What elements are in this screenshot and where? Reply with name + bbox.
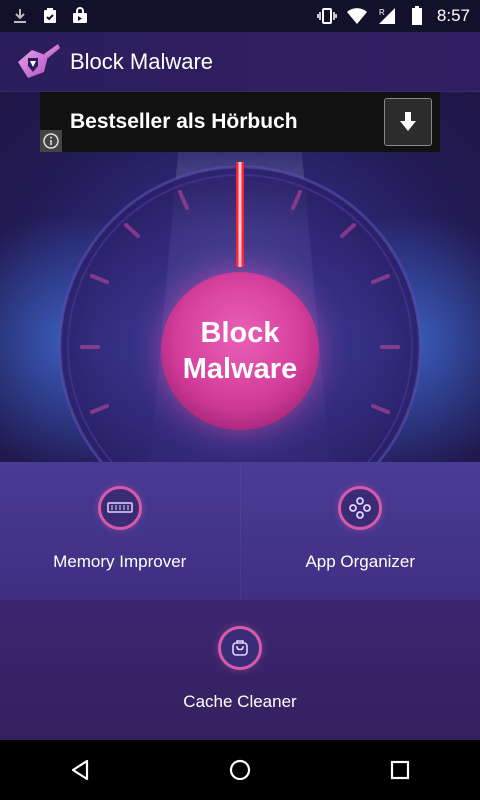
status-right: R 8:57 [317, 6, 470, 26]
hero-dial-area: Bestseller als Hörbuch Block Malware [0, 92, 480, 462]
block-button-line2: Malware [182, 353, 298, 385]
block-malware-button[interactable]: Block Malware [161, 272, 319, 430]
block-button-line1: Block [200, 317, 280, 349]
cache-cleaner-label: Cache Cleaner [183, 692, 297, 711]
nav-bar [0, 740, 480, 800]
battery-icon [407, 6, 427, 26]
download-arrow-icon[interactable] [384, 98, 432, 146]
memory-chip-icon [97, 486, 142, 530]
status-left [10, 6, 90, 26]
svg-text:R: R [379, 8, 385, 17]
app-bar: Block Malware [0, 32, 480, 92]
wifi-icon [346, 6, 367, 26]
shopping-bag-icon [70, 6, 90, 26]
info-icon[interactable] [40, 130, 62, 152]
memory-improver-button[interactable]: Memory Improver [0, 462, 240, 600]
app-organizer-label: App Organizer [305, 552, 416, 571]
clipboard-check-icon [40, 6, 60, 26]
download-icon [10, 6, 30, 26]
back-triangle-icon[interactable] [50, 740, 110, 800]
gamepad-icon [338, 486, 383, 530]
recents-square-icon[interactable] [370, 740, 430, 800]
cleaner-icon [218, 626, 262, 670]
feature-grid: Memory Improver App Organizer [0, 462, 480, 600]
cache-cleaner-button[interactable]: Cache Cleaner [0, 600, 480, 740]
app-organizer-button[interactable]: App Organizer [239, 462, 480, 600]
ad-banner[interactable]: Bestseller als Hörbuch [40, 92, 440, 152]
ad-text[interactable]: Bestseller als Hörbuch [70, 110, 298, 134]
status-bar: R 8:57 [0, 0, 480, 32]
screen: R 8:57 Block Malware Bestseller als Hörb… [0, 0, 480, 800]
app-title: Block Malware [70, 48, 214, 74]
block-button-text: Block Malware [183, 315, 297, 387]
home-circle-icon[interactable] [210, 740, 270, 800]
status-time: 8:57 [436, 6, 470, 25]
vibrate-icon [317, 6, 337, 26]
memory-improver-label: Memory Improver [53, 552, 187, 571]
signal-icon: R [377, 6, 397, 26]
guitar-shield-logo [18, 43, 60, 78]
